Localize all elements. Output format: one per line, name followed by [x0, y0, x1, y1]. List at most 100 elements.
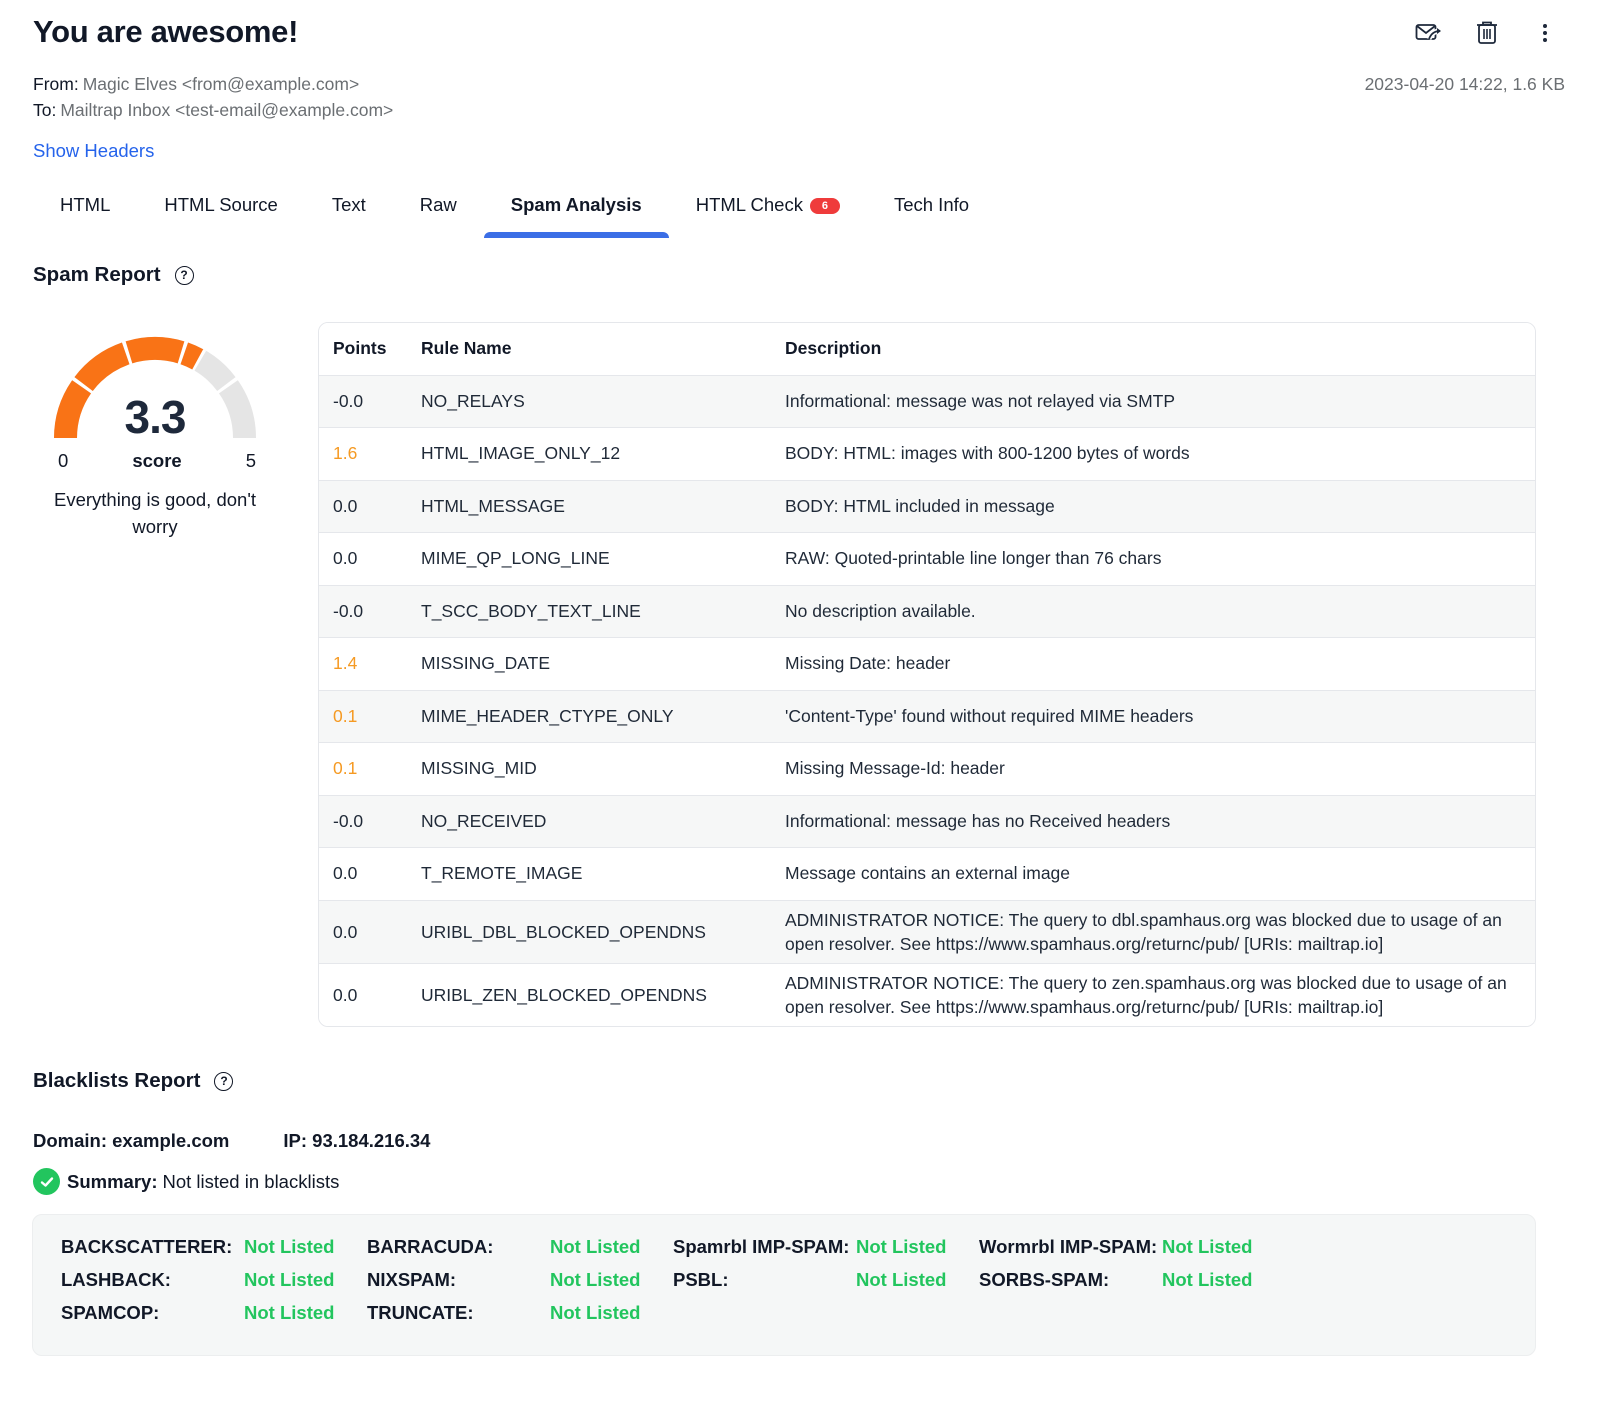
- tab-label: Tech Info: [893, 194, 970, 215]
- date-size: 2023-04-20 14:22, 1.6 KB: [1364, 74, 1565, 94]
- table-row: 0.0 MIME_QP_LONG_LINE RAW: Quoted-printabl…: [319, 532, 1535, 586]
- points-cell: 0.1: [319, 690, 407, 743]
- points-cell: -0.0: [319, 375, 407, 428]
- domain-ip-line: Domain: example.com IP: 93.184.216.34: [33, 1130, 430, 1152]
- points-cell: 1.4: [319, 637, 407, 691]
- tab-html-check[interactable]: HTML Check 6: [669, 190, 867, 236]
- check-circle-icon: [33, 1168, 60, 1195]
- tab-spam-analysis[interactable]: Spam Analysis: [483, 190, 669, 238]
- table-row: 0.1 MIME_HEADER_CTYPE_ONLY 'Content-Type' …: [319, 690, 1535, 743]
- points-cell: 0.0: [319, 532, 407, 586]
- description-cell: BODY: HTML included in message: [771, 480, 1535, 533]
- blacklist-status: Not Listed: [856, 1269, 947, 1290]
- mail-forward-icon: [1415, 24, 1441, 40]
- tab-text[interactable]: Text: [305, 190, 393, 236]
- description-cell: RAW: Quoted-printable line longer than 7…: [771, 532, 1535, 586]
- blacklist-status: Not Listed: [244, 1269, 335, 1290]
- spam-report-title: Spam Report: [33, 263, 161, 286]
- rule-name-cell: NO_RELAYS: [407, 375, 771, 428]
- column-header-description: Description: [771, 323, 1535, 376]
- table-header-row: Points Rule Name Description: [319, 323, 1535, 376]
- rule-name-cell: MIME_HEADER_CTYPE_ONLY: [407, 690, 771, 743]
- to-line: To: Mailtrap Inbox <test-email@example.co…: [33, 100, 393, 121]
- show-headers-link[interactable]: Show Headers: [33, 140, 154, 162]
- description-cell: 'Content-Type' found without required MI…: [771, 690, 1535, 743]
- email-subject: You are awesome!: [33, 14, 299, 49]
- domain-value: Domain: example.com: [33, 1130, 230, 1151]
- tab-tech-info[interactable]: Tech Info: [867, 190, 996, 236]
- from-value: Magic Elves <from@example.com>: [82, 74, 360, 94]
- table-row: -0.0 T_SCC_BODY_TEXT_LINE No description a…: [319, 585, 1535, 638]
- blacklist-status: Not Listed: [244, 1236, 335, 1257]
- tab-label: Text: [331, 194, 366, 215]
- gauge-segment-fill: [74, 342, 130, 391]
- more-vertical-icon: [1543, 24, 1547, 42]
- help-icon[interactable]: ?: [214, 1071, 234, 1091]
- table-row: 1.4 MISSING_DATE Missing Date: header: [319, 637, 1535, 691]
- rule-name-cell: MIME_QP_LONG_LINE: [407, 532, 771, 586]
- tab-label: Raw: [419, 194, 457, 215]
- gauge-labels: 0 score 5: [40, 450, 270, 472]
- tab-html-source[interactable]: HTML Source: [137, 190, 304, 236]
- from-label: From:: [33, 74, 79, 94]
- points-cell: 1.6: [319, 427, 407, 481]
- to-label: To:: [33, 100, 57, 120]
- rule-name-cell: T_SCC_BODY_TEXT_LINE: [407, 585, 771, 638]
- summary-label: Summary:: [67, 1170, 158, 1192]
- spam-report-heading: Spam Report ?: [33, 263, 194, 287]
- blacklist-name: TRUNCATE:: [367, 1302, 474, 1323]
- blacklist-results-panel: BACKSCATTERER: Not Listed BARRACUDA: Not Li…: [32, 1214, 1536, 1356]
- blacklist-status: Not Listed: [550, 1236, 641, 1257]
- points-cell: 0.0: [319, 480, 407, 533]
- table-row: 0.1 MISSING_MID Missing Message-Id: header: [319, 742, 1535, 796]
- blacklist-name: Spamrbl IMP-SPAM:: [673, 1236, 850, 1257]
- points-cell: 0.1: [319, 742, 407, 796]
- more-options-button[interactable]: [1530, 18, 1560, 48]
- header-actions: [1414, 18, 1560, 48]
- rule-name-cell: URIBL_DBL_BLOCKED_OPENDNS: [407, 900, 771, 964]
- description-cell: Missing Message-Id: header: [771, 742, 1535, 796]
- tab-html[interactable]: HTML: [33, 190, 137, 236]
- blacklist-name: PSBL:: [673, 1269, 729, 1290]
- blacklists-report-heading: Blacklists Report ?: [33, 1069, 234, 1093]
- tab-raw[interactable]: Raw: [393, 190, 484, 236]
- from-line: From: Magic Elves <from@example.com>: [33, 74, 359, 95]
- table-row: 0.0 T_REMOTE_IMAGE Message contains an ext…: [319, 847, 1535, 901]
- points-cell: 0.0: [319, 900, 407, 964]
- forward-button[interactable]: [1414, 18, 1444, 48]
- blacklist-status: Not Listed: [550, 1302, 641, 1323]
- blacklist-name: Wormrbl IMP-SPAM:: [979, 1236, 1158, 1257]
- points-cell: 0.0: [319, 847, 407, 901]
- rule-name-cell: NO_RECEIVED: [407, 795, 771, 848]
- help-icon[interactable]: ?: [174, 265, 194, 285]
- rule-name-cell: MISSING_MID: [407, 742, 771, 796]
- table-row: 0.0 URIBL_ZEN_BLOCKED_OPENDNS ADMINISTRATO…: [319, 963, 1535, 1026]
- blacklist-name: BACKSCATTERER:: [61, 1236, 233, 1257]
- description-cell: No description available.: [771, 585, 1535, 638]
- gauge-min-label: 0: [58, 450, 69, 471]
- blacklist-status: Not Listed: [1162, 1269, 1253, 1290]
- description-cell: Informational: message was not relayed v…: [771, 375, 1535, 428]
- spam-rules-table: Points Rule Name Description -0.0 NO_RELA…: [318, 322, 1536, 1027]
- points-cell: -0.0: [319, 795, 407, 848]
- gauge-score-value: 3.3: [124, 391, 187, 443]
- blacklist-status: Not Listed: [550, 1269, 641, 1290]
- table-row: -0.0 NO_RECEIVED Informational: message ha…: [319, 795, 1535, 848]
- blacklist-name: BARRACUDA:: [367, 1236, 494, 1257]
- description-cell: Informational: message has no Received h…: [771, 795, 1535, 848]
- gauge-max-label: 5: [245, 450, 256, 471]
- description-cell: Message contains an external image: [771, 847, 1535, 901]
- description-cell: ADMINISTRATOR NOTICE: The query to dbl.s…: [771, 900, 1535, 964]
- blacklists-report-title: Blacklists Report: [33, 1069, 201, 1092]
- column-header-rule-name: Rule Name: [407, 323, 771, 376]
- points-cell: 0.0: [319, 963, 407, 1026]
- rule-name-cell: HTML_IMAGE_ONLY_12: [407, 427, 771, 481]
- description-cell: BODY: HTML: images with 800-1200 bytes o…: [771, 427, 1535, 481]
- points-cell: -0.0: [319, 585, 407, 638]
- table-row: 1.6 HTML_IMAGE_ONLY_12 BODY: HTML: images …: [319, 427, 1535, 481]
- delete-button[interactable]: [1472, 18, 1502, 48]
- tab-label: HTML Check: [695, 194, 803, 215]
- summary-value: Not listed in blacklists: [162, 1170, 340, 1192]
- blacklist-status: Not Listed: [244, 1302, 335, 1323]
- column-header-points: Points: [319, 323, 407, 376]
